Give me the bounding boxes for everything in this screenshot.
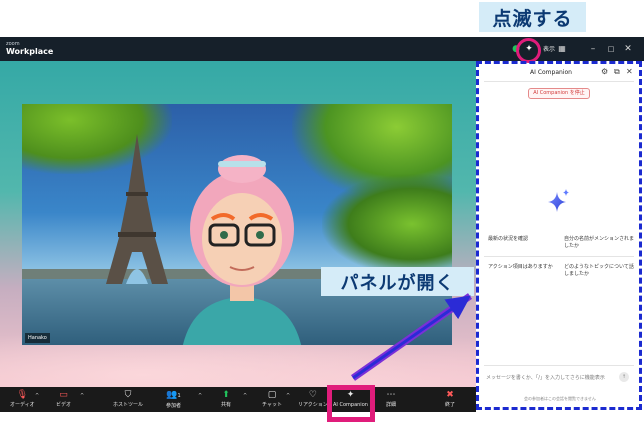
end-icon: ✖ (446, 390, 454, 400)
panel-opens-callout: パネルが開く (321, 267, 474, 296)
minimize-icon[interactable]: – (587, 43, 599, 55)
ai-companion-highlight-box (327, 385, 375, 422)
toolbar-chat[interactable]: ▢ チャット (262, 389, 282, 411)
maximize-icon[interactable]: □ (605, 43, 617, 55)
chat-caret-icon[interactable]: ^ (286, 393, 290, 399)
toolbar-participants[interactable]: 👥1 参加者 (166, 389, 181, 411)
reaction-icon: ♡ (308, 390, 317, 400)
participant-name-tag: Hanako (25, 333, 50, 343)
avatar-image (172, 149, 312, 345)
panel-opens-callout-text: パネルが開く (340, 272, 455, 294)
shield-icon: ⛉ (124, 390, 132, 400)
toolbar-share[interactable]: ⬆ 共有 (221, 389, 231, 411)
close-icon[interactable]: ✕ (622, 43, 634, 55)
toolbar-end[interactable]: ✖ 終了 (445, 389, 455, 411)
share-caret-icon[interactable]: ^ (243, 393, 247, 399)
view-button[interactable]: 表示 (543, 44, 555, 53)
grid-icon[interactable]: ▦ (556, 43, 568, 55)
meeting-toolbar: 🎙 オーディオ ^ ▭ ビデオ ^ ⛉ ホストツール 👥1 参加者 ^ ⬆ 共有… (0, 387, 476, 412)
video-tile[interactable] (22, 104, 452, 345)
brand-name: Workplace (6, 47, 54, 56)
toolbar-more[interactable]: ⋯ 詳細 (386, 389, 396, 411)
panel-highlight-dashed-border (476, 61, 642, 410)
chat-icon: ▢ (267, 390, 277, 400)
leaves-right-lower (322, 174, 452, 274)
more-icon: ⋯ (386, 390, 396, 400)
participants-icon: 👥1 (166, 390, 181, 400)
video-caret-icon[interactable]: ^ (80, 393, 84, 399)
share-icon: ⬆ (222, 390, 230, 400)
title-bar: zoom Workplace ● ✦ 表示 ▦ – □ ✕ (0, 37, 644, 61)
participants-caret-icon[interactable]: ^ (198, 393, 202, 399)
blink-highlight-circle (516, 38, 541, 63)
eiffel-tower-image (102, 134, 172, 284)
blink-callout-text: 点滅する (492, 7, 573, 30)
audio-caret-icon[interactable]: ^ (35, 393, 39, 399)
toolbar-video[interactable]: ▭ ビデオ (56, 389, 71, 411)
blink-callout: 点滅する (479, 2, 586, 32)
mic-muted-icon: 🎙 (16, 390, 29, 400)
toolbar-reactions[interactable]: ♡ リアクション (298, 389, 328, 411)
video-off-icon: ▭ (59, 390, 68, 400)
toolbar-host-tools[interactable]: ⛉ ホストツール (113, 389, 143, 411)
toolbar-audio[interactable]: 🎙 オーディオ (10, 389, 35, 411)
